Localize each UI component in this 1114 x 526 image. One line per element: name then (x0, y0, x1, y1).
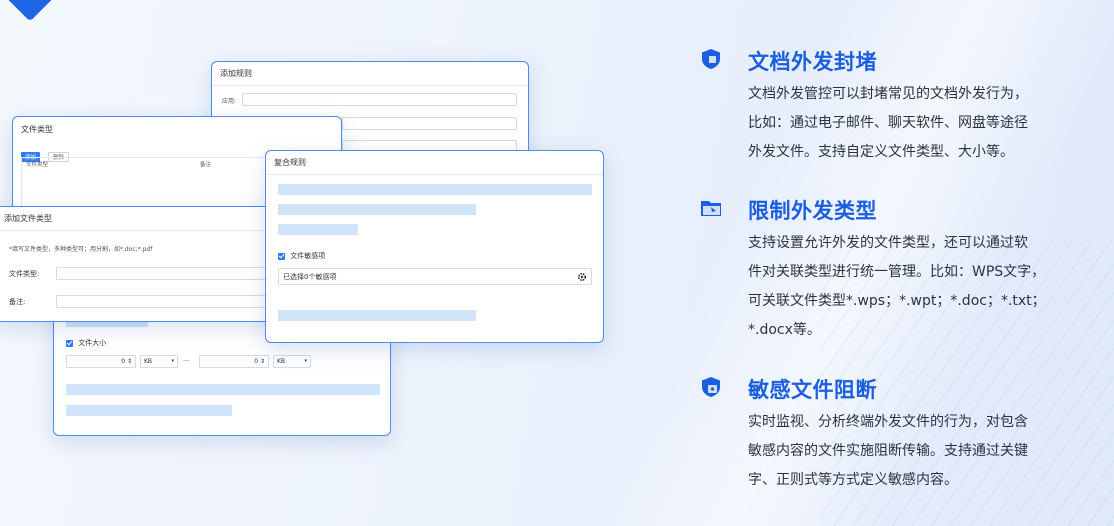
feature-line: 实时监视、分析终端外发文件的行为，对包含 (748, 414, 1028, 430)
add-rule-title: 添加规则 (212, 62, 528, 86)
file-type-hint: *填写文件类型，多种类型可；用分割，如*.doc;*.pdf (9, 246, 153, 253)
feature-line: 件对关联类型进行统一管理。比如：WPS文字， (748, 264, 1046, 280)
type-label: 文件类型: (9, 270, 40, 278)
file-type-title: 文件类型 (21, 125, 53, 134)
file-size-checkbox[interactable] (66, 339, 73, 347)
col-header-type: 文件类型 (26, 162, 49, 168)
app-label: 应用: (222, 98, 237, 105)
col-header-note: 备注 (200, 162, 212, 168)
add-file-type-window: 添加文件类型 *填写文件类型，多种类型可；用分割，如*.doc;*.pdf 文件… (0, 206, 294, 322)
sensitive-value: 已选择0个敏感项 (283, 273, 337, 281)
min-size-input[interactable]: 0 ⇕ (66, 355, 136, 368)
feature-description: 文档外发管控可以封堵常见的文档外发行为， 比如：通过电子邮件、聊天软件、网盘等途… (748, 80, 1108, 167)
placeholder-bar (278, 184, 592, 195)
stepper-icon[interactable]: ⇕ (260, 358, 265, 365)
feature-line: 敏感内容的文件实施阻断传输。支持通过关键 (748, 443, 1028, 459)
max-size-input[interactable]: 0 ⇕ (199, 355, 269, 368)
compound-rule-window: 复合规则 文件敏感项 已选择0个敏感项 (265, 150, 604, 343)
folder-icon (701, 201, 721, 216)
note-label: 备注: (9, 298, 26, 306)
stepper-icon[interactable]: ⇕ (127, 358, 132, 365)
feature-line: 字、正则式等方式定义敏感内容。 (748, 472, 958, 488)
feature-line: 外发文件。支持自定义文件类型、大小等。 (748, 144, 1014, 160)
chevron-down-icon: ▾ (171, 358, 174, 364)
chevron-down-icon: ▾ (304, 358, 307, 364)
file-type-input[interactable] (56, 267, 286, 280)
rule-field-2[interactable] (342, 117, 517, 130)
app-input[interactable] (242, 93, 517, 106)
feature-line: 比如：通过电子邮件、聊天软件、网盘等途径 (748, 115, 1028, 131)
shield-icon (702, 49, 720, 69)
feature-line: *.docx等。 (748, 322, 821, 338)
gear-icon[interactable] (577, 272, 587, 282)
placeholder-bar (278, 224, 358, 235)
feature-title: 限制外发类型 (748, 199, 877, 223)
range-separator: — (183, 356, 190, 364)
min-size-value: 0 (121, 358, 126, 365)
feature-line: 可关联文件类型*.wps；*.wpt；*.doc；*.txt； (748, 293, 1046, 309)
shield-lock-icon (702, 377, 720, 397)
placeholder-bar (278, 310, 476, 321)
max-size-value: 0 (254, 358, 259, 365)
max-unit-select[interactable]: KB ▾ (273, 355, 311, 368)
feature-line: 文档外发管控可以封堵常见的文档外发行为， (748, 86, 1028, 102)
corner-decoration (4, 0, 56, 22)
note-input[interactable] (56, 295, 286, 308)
min-unit-select[interactable]: KB ▾ (140, 355, 178, 368)
feature-title: 文档外发封堵 (748, 50, 877, 74)
sensitive-label: 文件敏感项 (290, 252, 326, 260)
placeholder-bar (66, 405, 232, 416)
feature-description: 实时监视、分析终端外发文件的行为，对包含 敏感内容的文件实施阻断传输。支持通过关… (748, 408, 1108, 495)
max-unit-value: KB (277, 358, 286, 365)
feature-description: 支持设置允许外发的文件类型，还可以通过软 件对关联类型进行统一管理。比如：WPS… (748, 229, 1108, 345)
add-file-type-title: 添加文件类型 (0, 207, 293, 231)
sensitive-select[interactable]: 已选择0个敏感项 (278, 268, 592, 285)
placeholder-bar (66, 384, 380, 395)
feature-line: 支持设置允许外发的文件类型，还可以通过软 (748, 235, 1028, 251)
compound-rule-title: 复合规则 (266, 151, 603, 175)
file-size-label: 文件大小 (78, 339, 107, 347)
feature-title: 敏感文件阻断 (748, 378, 877, 402)
min-unit-value: KB (144, 358, 153, 365)
sensitive-checkbox[interactable] (278, 252, 285, 260)
placeholder-bar (278, 204, 476, 215)
